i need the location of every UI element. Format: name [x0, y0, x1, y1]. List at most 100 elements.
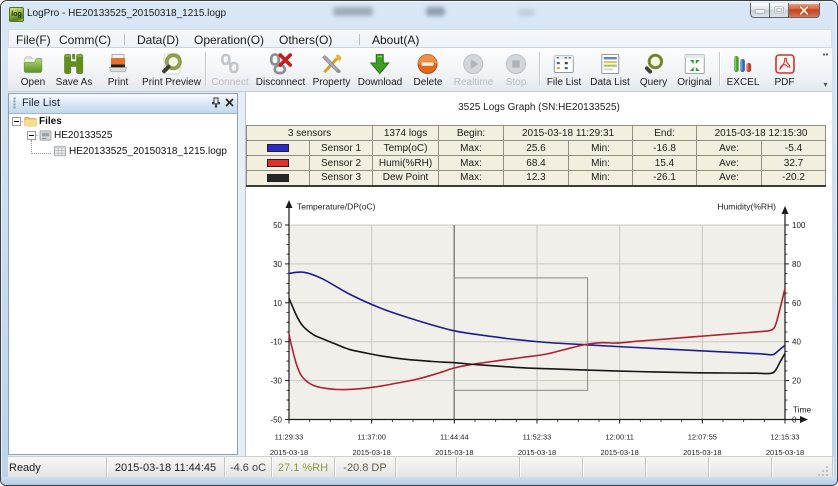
sensor-color-swatch — [267, 143, 289, 152]
toolbar-button-label: Print — [107, 77, 129, 88]
left-tick-label: 10 — [273, 299, 282, 308]
open-button[interactable]: Open — [20, 48, 46, 88]
stop-icon — [503, 52, 529, 76]
data-list-button[interactable]: Data List — [590, 48, 630, 88]
max-value-cell: 12.3 — [503, 170, 570, 186]
sensors-count-cell: 3 sensors — [245, 125, 374, 141]
x-tick-date: 2015-03-18 — [270, 448, 308, 456]
file-list-panel-header: File List — [9, 94, 237, 114]
window-bottom-frame — [1, 477, 837, 485]
x-tick-label: 12:15:33 — [770, 433, 799, 442]
tree-collapse-box[interactable] — [27, 130, 36, 140]
original-icon — [682, 52, 708, 76]
file-list-icon — [551, 52, 577, 76]
status-datetime: 2015-03-18 11:44:45 — [114, 462, 217, 474]
left-tick-label: 50 — [273, 221, 282, 230]
print-icon — [105, 52, 131, 76]
minimize-button[interactable] — [750, 3, 769, 18]
x-tick-date: 2015-03-18 — [683, 448, 721, 456]
status-ready: Ready — [9, 462, 41, 474]
menu-operation[interactable]: Operation(O) — [194, 33, 264, 47]
sensor-row: Sensor 3 Dew Point Max: 12.3 Min: -26.1 Ave: -2… — [246, 170, 827, 186]
sensor-color-cell — [246, 140, 310, 156]
pin-icon[interactable] — [209, 96, 222, 110]
menu-data[interactable]: Data(D) — [137, 33, 179, 47]
connect-icon — [217, 52, 243, 76]
right-tick-label: 20 — [792, 377, 801, 386]
tree-node[interactable]: HE20133525_20150318_1215.logp — [31, 139, 227, 159]
min-value-cell: -26.1 — [632, 170, 698, 186]
file-list-panel: File List Files HE20133525 HE20133525_2015… — [8, 93, 238, 455]
print-preview-button[interactable]: Print Preview — [142, 48, 201, 88]
print-button[interactable]: Print — [105, 48, 131, 88]
x-tick-label: 11:44:44 — [440, 433, 469, 442]
min-value-cell: -16.8 — [632, 140, 698, 156]
tree-connector — [31, 139, 51, 154]
right-tick-label: 80 — [792, 260, 801, 269]
sensor-type-cell: Dew Point — [372, 170, 440, 186]
stop-button: Stop — [503, 48, 529, 88]
tree-line — [36, 134, 38, 136]
toolbar-button-label: Disconnect — [255, 77, 306, 88]
toolbar-overflow-handle[interactable]: ▪▪ ▾ — [820, 48, 831, 91]
client-area: File List Files HE20133525 HE20133525_2015… — [8, 92, 832, 456]
query-button[interactable]: Query — [640, 48, 667, 88]
tree-collapse-box[interactable] — [12, 116, 21, 126]
menu-file[interactable]: File(F) — [16, 33, 51, 47]
tree-node-label: Files — [39, 115, 62, 127]
delete-button[interactable]: Delete — [414, 48, 442, 88]
document-area: 3525 Logs Graph (SN:HE20133525) 3 sensor… — [245, 92, 832, 456]
sensor-type-cell: Humi(%RH) — [372, 155, 440, 171]
menu-separator — [359, 34, 360, 45]
sensor-type-cell: Temp(oC) — [372, 140, 440, 156]
menu-bar: File(F) Comm(C) Data(D) Operation(O) Others(… — [8, 29, 832, 48]
menu-others[interactable]: Others(O) — [279, 33, 332, 47]
max-label-cell: Max: — [438, 155, 505, 171]
connect-button: Connect — [211, 48, 249, 88]
sensor-color-swatch — [267, 173, 289, 182]
sensor-color-swatch — [267, 158, 289, 167]
status-empty — [583, 457, 645, 479]
max-label-cell: Max: — [438, 170, 505, 186]
max-label-cell: Max: — [438, 140, 505, 156]
app-window: log LogPro - HE20133525_20150318_1215.lo… — [0, 0, 838, 486]
x-tick-date: 2015-03-18 — [766, 448, 804, 456]
close-button[interactable] — [789, 3, 820, 18]
graph-title: 3525 Logs Graph (SN:HE20133525) — [458, 102, 620, 113]
download-button[interactable]: Download — [358, 48, 402, 88]
menu-comm[interactable]: Comm(C) — [59, 33, 111, 47]
pdf-button[interactable]: PDF — [772, 48, 798, 88]
right-tick-label: 0 — [792, 416, 797, 425]
toolbar-button-label: Connect — [211, 77, 249, 88]
save-icon — [61, 52, 87, 76]
query-icon — [640, 52, 666, 76]
x-tick-label: 12:00:11 — [605, 433, 634, 442]
maximize-button[interactable] — [769, 3, 789, 18]
save-as-button[interactable]: Save As — [56, 48, 92, 88]
open-folder-icon — [20, 52, 46, 76]
left-tick-label: -30 — [270, 377, 282, 386]
x-tick-date: 2015-03-18 — [435, 448, 473, 456]
toolbar-separator — [205, 52, 206, 86]
toolbar-button-label: File List — [546, 77, 582, 88]
menu-about[interactable]: About(A) — [372, 33, 419, 47]
toolbar-button-label: Realtime — [453, 77, 494, 88]
maximize-icon — [773, 5, 785, 15]
menu-separator — [124, 34, 125, 45]
redacted-patch — [518, 9, 535, 16]
toolbar-button-label: Open — [20, 77, 46, 88]
panel-close-icon[interactable] — [223, 96, 236, 110]
status-empty — [457, 457, 519, 479]
panel-grip[interactable] — [13, 96, 16, 109]
excel-button[interactable]: EXCEL — [727, 48, 759, 88]
ave-label-cell: Ave: — [696, 155, 763, 171]
disconnect-button[interactable]: Disconnect — [256, 48, 305, 88]
property-button[interactable]: Property — [313, 48, 350, 88]
ave-label-cell: Ave: — [696, 170, 763, 186]
file-list-button[interactable]: File List — [547, 48, 581, 88]
max-value-cell: 68.4 — [503, 155, 570, 171]
original-button[interactable]: Original — [677, 48, 712, 88]
status-empty — [520, 457, 582, 479]
excel-icon — [730, 52, 756, 76]
sensor-row: Sensor 2 Humi(%RH) Max: 68.4 Min: 15.4 Ave: 32.… — [246, 155, 827, 171]
